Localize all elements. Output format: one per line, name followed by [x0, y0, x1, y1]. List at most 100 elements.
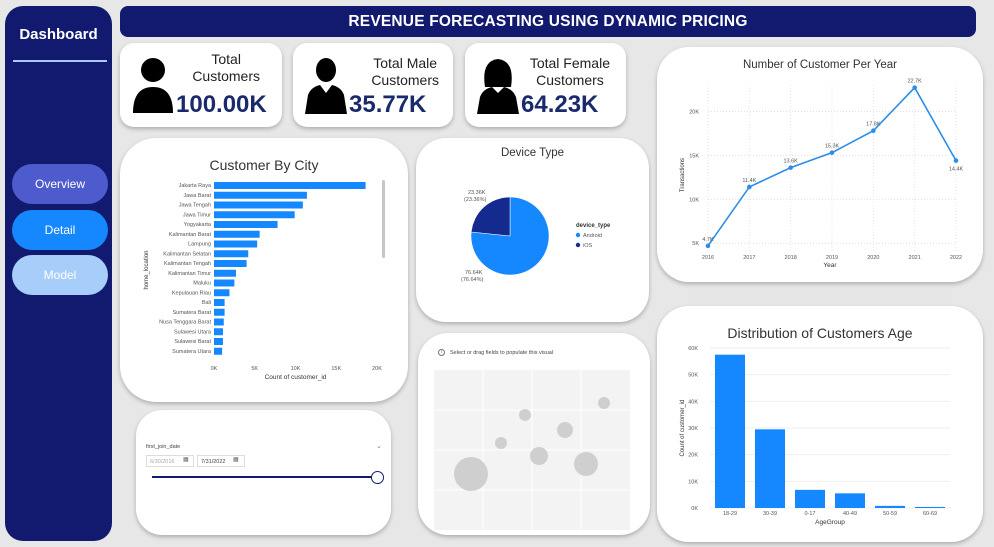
y-tick-label: 20K	[689, 109, 699, 115]
bar	[214, 221, 278, 228]
page-title: REVENUE FORECASTING USING DYNAMIC PRICIN…	[120, 6, 976, 37]
age-chart-card: Distribution of Customers Age 0K 10K 20K 30…	[657, 306, 983, 542]
kpi-value: 64.23K	[521, 91, 599, 118]
y-tick-label: Yogyakarta	[184, 222, 212, 228]
x-tick-label: 60-69	[923, 511, 937, 517]
device-pie-chart: 76.64K(76.64%) 23.36K(23.36%) device_type A…	[461, 190, 611, 283]
y-tick-label: Jawa Barat	[183, 193, 211, 199]
bar	[214, 308, 225, 316]
y-tick-label: 40K	[688, 399, 698, 405]
y-tick-label: 5K	[692, 241, 699, 247]
female-person-icon	[477, 59, 519, 114]
bar	[214, 201, 303, 209]
data-label: (23.36%)	[464, 197, 486, 203]
chevron-down-icon[interactable]: ⌄	[376, 442, 382, 450]
age-bar-chart: 0K 10K 20K 30K 40K 50K 60K 18-29 30-39 0-17 40-49 5…	[680, 346, 950, 526]
data-label: 4.7K	[702, 237, 714, 243]
sidebar-divider	[13, 60, 107, 62]
legend-marker	[575, 232, 581, 238]
x-tick-label: 0K	[211, 366, 218, 372]
bar	[715, 354, 745, 508]
legend-label: iOS	[583, 243, 593, 249]
male-person-icon	[305, 58, 347, 114]
x-tick-label: 2021	[909, 255, 921, 261]
data-label: 11.4K	[742, 178, 756, 184]
bar	[214, 250, 249, 258]
x-tick-label: 15K	[331, 366, 341, 372]
nav-model-button[interactable]: Model	[12, 255, 108, 295]
person-icon	[133, 58, 173, 113]
data-point	[788, 165, 793, 170]
slider-track[interactable]	[152, 476, 378, 478]
data-point	[747, 184, 752, 190]
device-chart-card: Device Type 76.64K (76.64%) 23.36K (23.36%)…	[416, 138, 649, 322]
y-axis-label: Transactions	[680, 158, 686, 192]
data-label: 17.8K	[866, 122, 881, 128]
x-axis-label: Year	[823, 262, 837, 269]
x-tick-label: 20K	[372, 366, 382, 372]
y-tick-label: Jakarta Raya	[179, 183, 212, 189]
bar	[214, 338, 223, 345]
y-tick-label: 30K	[688, 426, 698, 432]
x-tick-label: 18-29	[723, 511, 737, 517]
peryear-line-chart: 5K 10K 15K 20K 2016 2017 2018 2019 2020 2021 2022 4…	[680, 79, 964, 269]
data-label: (76.64%)	[461, 277, 483, 283]
x-tick-label: 50-59	[883, 511, 897, 517]
data-label: 14.4K	[949, 167, 964, 173]
kpi-label: Total Customers	[192, 51, 260, 84]
x-tick-label: 2016	[702, 255, 714, 261]
data-point	[953, 158, 959, 163]
y-tick-label: Kalimantan Timur	[168, 271, 211, 277]
empty-visual-card: i Select or drag fields to populate this…	[418, 333, 650, 535]
slider-handle[interactable]	[371, 471, 384, 484]
legend-marker	[575, 242, 581, 248]
y-axis-label: Count of customer_id	[680, 399, 686, 456]
slicer-field-label: first_join_date	[146, 444, 181, 450]
bar	[214, 211, 295, 219]
city-bar-chart: 0K 5K 10K 15K 20K Jakarta Raya Jawa Barat Jawa …	[144, 182, 382, 381]
bar	[915, 506, 945, 508]
info-icon: i	[438, 349, 445, 356]
y-tick-label: Sumatera Barat	[172, 310, 211, 316]
kpi-label: Total Male Customers	[371, 55, 439, 88]
bar	[214, 279, 235, 287]
scrollbar[interactable]	[382, 180, 385, 258]
kpi-label: Total Female Customers	[529, 55, 610, 88]
bar	[214, 347, 223, 355]
bar	[214, 269, 237, 277]
y-tick-label: Jawa Timur	[183, 212, 211, 218]
nav-overview-button[interactable]: Overview	[12, 164, 108, 204]
nav-detail-button[interactable]: Detail	[12, 210, 108, 250]
kpi-value: 35.77K	[349, 91, 427, 118]
y-tick-label: Lampung	[188, 242, 211, 248]
y-tick-label: Sulawesi Utara	[174, 329, 212, 335]
x-tick-label: 2019	[826, 255, 838, 261]
y-tick-label: Sulawesi Barat	[174, 339, 211, 345]
y-tick-label: 60K	[688, 346, 698, 352]
calendar-icon[interactable]: ▦	[183, 456, 189, 463]
data-point	[912, 85, 917, 90]
y-tick-label: 15K	[689, 153, 699, 159]
calendar-icon[interactable]: ▦	[233, 456, 239, 463]
x-tick-label: 2020	[867, 255, 879, 261]
y-tick-label: Kalimantan Barat	[169, 232, 212, 238]
data-label: 22.7K	[907, 79, 922, 85]
sidebar-title: Dashboard	[19, 26, 98, 43]
y-tick-label: Kepulauan Riau	[172, 290, 211, 296]
bar	[214, 240, 258, 248]
y-tick-label: 0K	[691, 506, 698, 512]
bar	[835, 493, 865, 508]
city-chart-card: Customer By City 0K 5K 10K 15K 20K Jakarta Ra…	[120, 138, 408, 402]
bar	[214, 191, 307, 199]
x-axis-label: AgeGroup	[815, 519, 845, 526]
data-point	[829, 150, 835, 155]
bar	[214, 299, 225, 306]
bar	[875, 505, 905, 508]
bar	[214, 260, 247, 267]
date-slicer-card: first_join_date ⌄ 6/30/2016 ▦ 7/31/2022 …	[136, 410, 391, 535]
x-tick-label: 2022	[950, 255, 962, 261]
data-label: 23.36K	[468, 190, 486, 196]
legend-label: Android	[583, 233, 602, 239]
y-tick-label: Nusa Tenggara Barat	[159, 320, 211, 326]
legend-title: device_type	[576, 223, 611, 229]
